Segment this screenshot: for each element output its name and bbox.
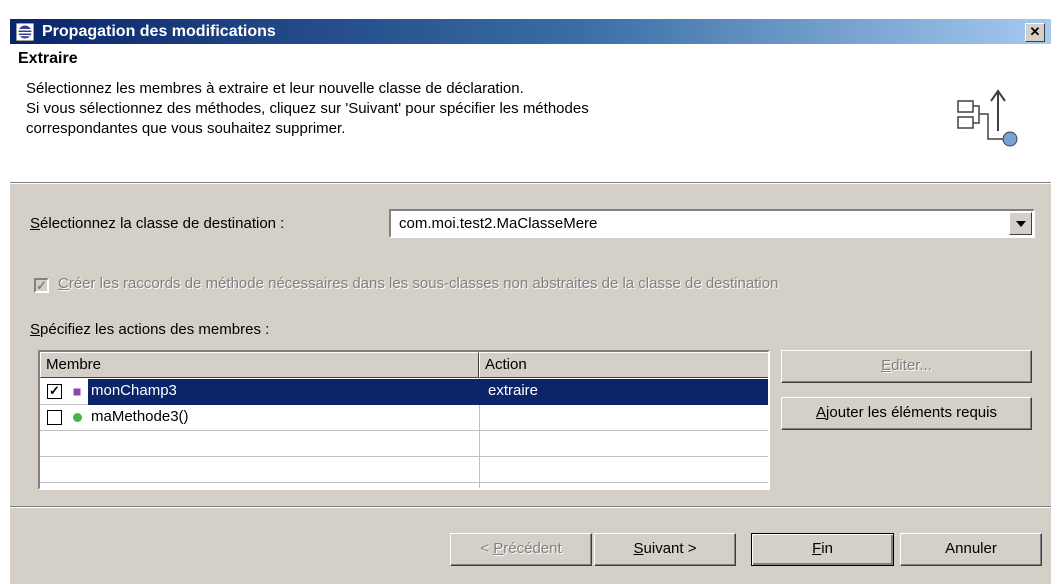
page-title: Extraire — [18, 50, 78, 67]
close-button[interactable]: ✕ — [1025, 23, 1045, 42]
destination-class-value: com.moi.test2.MaClasseMere — [399, 215, 598, 232]
chevron-down-icon[interactable] — [1009, 212, 1032, 235]
members-label: Spécifiez les actions des membres : — [30, 321, 270, 338]
row-divider — [40, 456, 768, 457]
member-name: monChamp3 — [88, 379, 481, 405]
row-checkbox[interactable] — [47, 410, 62, 425]
title-bar[interactable]: Propagation des modifications ✕ — [10, 19, 1051, 44]
method-icon — [73, 413, 82, 422]
footer-separator-highlight — [10, 507, 1051, 508]
table-row[interactable]: maMethode3() — [40, 405, 768, 431]
description-line: Sélectionnez les membres à extraire et l… — [26, 80, 524, 97]
close-icon: ✕ — [1029, 24, 1041, 39]
destination-label: Sélectionnez la classe de destination : — [30, 215, 285, 232]
members-table: Membre Action ✓ monChamp3 extraire maMet… — [38, 350, 770, 490]
finish-button[interactable]: Fin — [751, 533, 894, 566]
eclipse-app-icon — [16, 23, 34, 41]
add-required-button[interactable]: Ajouter les éléments requis — [781, 397, 1032, 430]
table-row[interactable]: ✓ monChamp3 extraire — [40, 379, 768, 405]
next-button[interactable]: Suivant > — [594, 533, 736, 566]
description-line: correspondantes que vous souhaitez suppr… — [26, 120, 346, 137]
header-separator — [10, 183, 1051, 184]
dialog-window: Propagation des modifications ✕ Extraire… — [9, 18, 1051, 584]
window-title: Propagation des modifications — [42, 23, 276, 40]
member-name: maMethode3() — [91, 408, 189, 425]
row-divider — [40, 482, 768, 483]
page-description: Sélectionnez les membres à extraire et l… — [26, 79, 926, 139]
column-header-member[interactable]: Membre — [40, 352, 479, 378]
create-stubs-label: Créer les raccords de méthode nécessaire… — [58, 275, 779, 292]
field-icon — [72, 387, 82, 397]
member-action[interactable]: extraire — [480, 379, 768, 405]
destination-class-combo[interactable]: com.moi.test2.MaClasseMere — [389, 209, 1035, 238]
column-header-action[interactable]: Action — [479, 352, 768, 378]
edit-button[interactable]: Editer... — [781, 350, 1032, 383]
create-stubs-checkbox[interactable]: ✓ — [34, 278, 49, 293]
member-action[interactable] — [480, 405, 768, 431]
pull-up-wizard-icon — [957, 89, 1018, 147]
row-checkbox[interactable]: ✓ — [47, 384, 62, 399]
cancel-button[interactable]: Annuler — [900, 533, 1042, 566]
back-button[interactable]: < Précédent — [450, 533, 592, 566]
description-line: Si vous sélectionnez des méthodes, cliqu… — [26, 100, 589, 117]
